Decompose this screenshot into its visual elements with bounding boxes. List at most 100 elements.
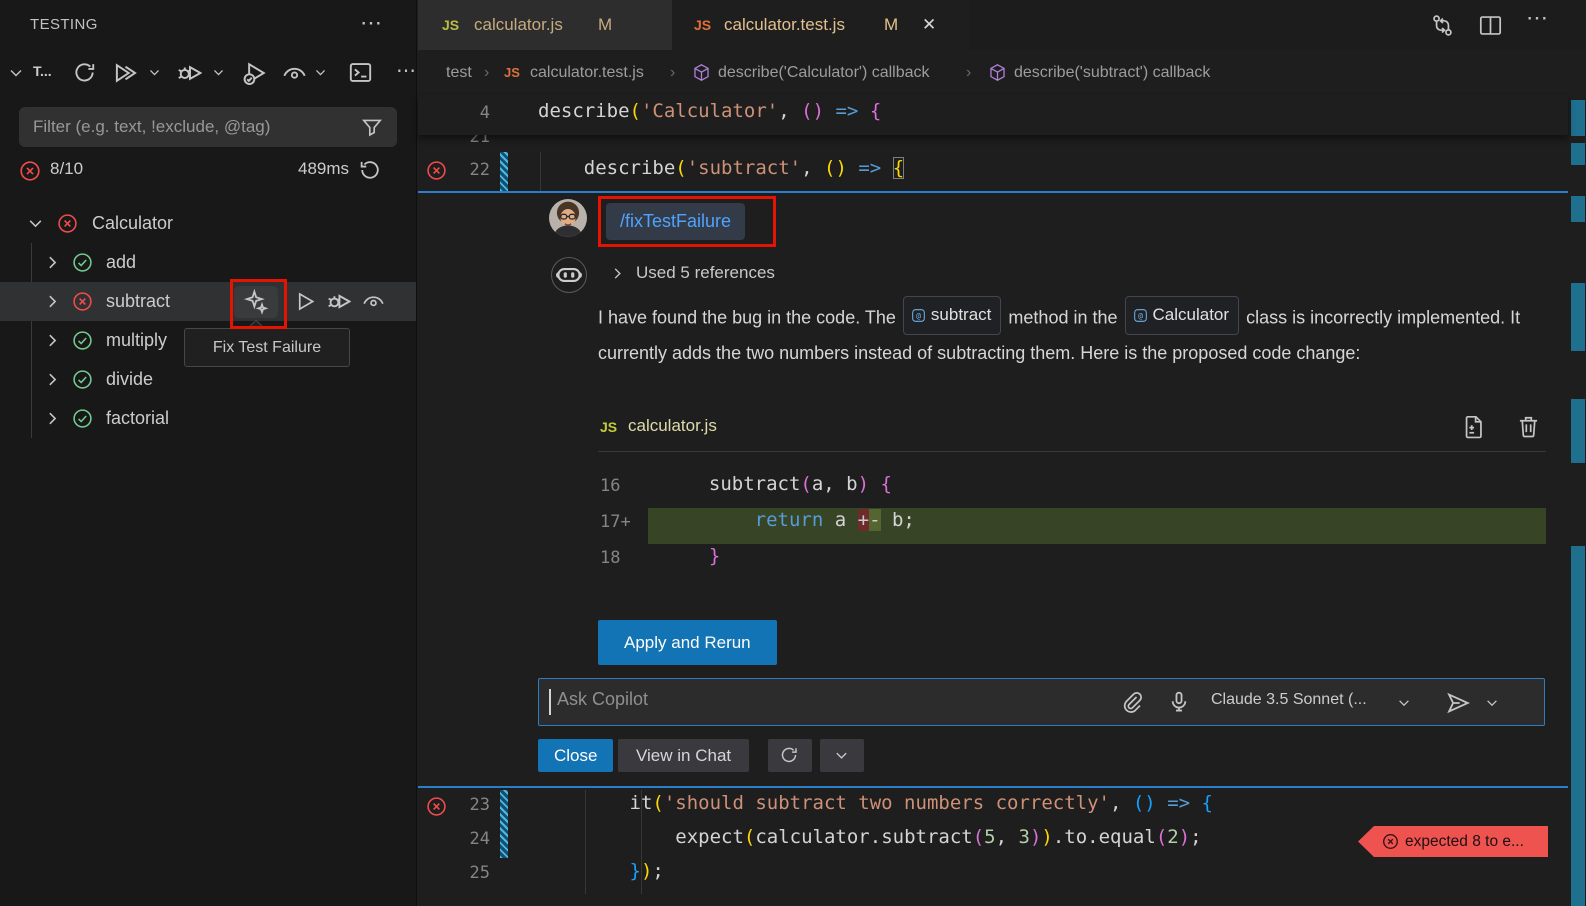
- refresh-tests-icon[interactable]: [72, 60, 97, 85]
- rerun-last-icon[interactable]: [358, 158, 382, 182]
- breadcrumb-item-file[interactable]: calculator.test.js: [530, 50, 644, 95]
- microphone-icon[interactable]: [1167, 690, 1191, 714]
- line-number: 24: [422, 829, 490, 849]
- apply-diff-icon[interactable]: [1460, 414, 1485, 439]
- tab-calculator-js[interactable]: JS calculator.js M: [418, 0, 672, 50]
- tree-item-calculator[interactable]: Calculator: [0, 204, 417, 243]
- code-line-22[interactable]: 22 describe('subtract', () => {: [418, 152, 1568, 191]
- apply-and-rerun-button[interactable]: Apply and Rerun: [598, 620, 777, 665]
- send-icon[interactable]: [1445, 690, 1471, 716]
- codeblock-filename[interactable]: calculator.js: [628, 416, 717, 436]
- attach-paperclip-icon[interactable]: [1121, 691, 1144, 714]
- fix-test-failure-tooltip: Fix Test Failure: [184, 328, 350, 367]
- model-chevron-down-icon[interactable]: [1397, 696, 1411, 710]
- code-line-25[interactable]: 25 });: [418, 858, 1568, 892]
- breadcrumb: test › JS calculator.test.js › describe(…: [418, 50, 1568, 95]
- chevron-right-icon[interactable]: [610, 266, 625, 281]
- svg-text:@: @: [1138, 311, 1143, 320]
- discard-trash-icon[interactable]: [1516, 414, 1541, 439]
- symbol-chip-subtract[interactable]: @subtract: [903, 296, 1001, 335]
- line-number: 16: [572, 476, 632, 496]
- svg-text:@: @: [916, 311, 921, 320]
- run-with-coverage-icon[interactable]: [242, 60, 268, 86]
- run-all-tests-icon[interactable]: [112, 60, 138, 86]
- test-fail-icon: [72, 291, 93, 312]
- error-icon: [1382, 833, 1399, 850]
- tab-title: calculator.js: [474, 0, 563, 50]
- debug-dropdown-chevron-icon[interactable]: [212, 66, 225, 79]
- ask-copilot-input[interactable]: Ask Copilot Claude 3.5 Sonnet (...: [538, 678, 1545, 726]
- split-editor-icon[interactable]: [1478, 13, 1503, 38]
- debug-all-tests-icon[interactable]: [176, 60, 202, 86]
- tab-calculator-test-js[interactable]: JS calculator.test.js M ✕: [672, 0, 970, 50]
- test-filter-input[interactable]: Filter (e.g. text, !exclude, @tag): [19, 107, 397, 147]
- watch-dropdown-chevron-icon[interactable]: [314, 66, 327, 79]
- annotation-box-command: [598, 196, 776, 247]
- send-options-chevron-icon[interactable]: [1485, 696, 1499, 710]
- chat-response-text: I have found the bug in the code. The @s…: [598, 297, 1546, 370]
- test-failure-annotation[interactable]: expected 8 to e...: [1358, 826, 1548, 857]
- symbol-cube-icon: [988, 63, 1007, 82]
- inline-chat-widget: /fixTestFailure Used 5 references I have…: [418, 193, 1568, 786]
- code-bottom: 23 it('should subtract two numbers corre…: [418, 788, 1568, 906]
- sticky-scroll-line[interactable]: 4 describe('Calculator', () => {: [418, 95, 1568, 135]
- response-text-part: method in the: [1008, 308, 1117, 328]
- chevron-down-icon[interactable]: [27, 215, 44, 232]
- close-button[interactable]: Close: [538, 739, 613, 772]
- rerun-request-button[interactable]: [768, 739, 812, 772]
- debug-test-icon[interactable]: [326, 289, 351, 314]
- filter-funnel-icon[interactable]: [361, 116, 383, 138]
- tree-item-label: multiply: [106, 321, 167, 360]
- chevron-right-icon[interactable]: [44, 293, 61, 310]
- js-file-icon: JS: [442, 0, 459, 50]
- model-picker[interactable]: Claude 3.5 Sonnet (...: [1211, 691, 1367, 709]
- open-changes-icon[interactable]: [1430, 13, 1455, 38]
- run-test-icon[interactable]: [294, 290, 317, 313]
- tree-item-label: divide: [106, 360, 153, 399]
- reveal-test-eye-icon[interactable]: [362, 290, 385, 313]
- toolbar-section-label[interactable]: T...: [33, 63, 52, 79]
- test-results-summary: 8/10 489ms: [0, 156, 417, 188]
- symbol-cube-icon: [692, 63, 711, 82]
- tree-item-label: add: [106, 243, 136, 282]
- terminal-icon[interactable]: [348, 60, 373, 85]
- testing-sidebar: TESTING ⋯ T... ⋯ Filter (e.g. text, !exc…: [0, 0, 417, 906]
- line-number: 4: [422, 103, 490, 123]
- code-line-23[interactable]: 23 it('should subtract two numbers corre…: [418, 790, 1568, 824]
- toolbar-more-icon[interactable]: ⋯: [396, 58, 416, 83]
- breadcrumb-item-describe-subtract[interactable]: describe('subtract') callback: [1014, 50, 1210, 95]
- sidebar-more-icon[interactable]: ⋯: [360, 10, 382, 36]
- more-actions-dropdown-button[interactable]: [820, 739, 864, 772]
- tree-item-label: Calculator: [92, 204, 173, 243]
- codeblock-header: JS calculator.js: [598, 412, 1546, 448]
- used-references-toggle[interactable]: Used 5 references: [636, 263, 775, 283]
- chevron-right-icon[interactable]: [44, 410, 61, 427]
- code-text: }: [686, 545, 720, 567]
- chevron-right-icon[interactable]: [44, 371, 61, 388]
- chevron-right-icon[interactable]: [44, 332, 61, 349]
- test-pass-icon: [72, 330, 93, 351]
- editor-more-icon[interactable]: ⋯: [1526, 5, 1548, 31]
- sidebar-title: TESTING: [30, 16, 98, 33]
- run-dropdown-chevron-icon[interactable]: [148, 66, 161, 79]
- watch-tests-eye-icon[interactable]: [282, 61, 307, 86]
- symbol-method-icon: @: [911, 308, 926, 323]
- js-file-icon: JS: [694, 0, 711, 50]
- code-text: subtract(a, b) {: [686, 473, 892, 495]
- view-in-chat-button[interactable]: View in Chat: [618, 739, 749, 772]
- breadcrumb-separator: ›: [484, 50, 489, 95]
- chevron-right-icon[interactable]: [44, 254, 61, 271]
- vscode-window: TESTING ⋯ T... ⋯ Filter (e.g. text, !exc…: [0, 0, 1586, 906]
- breadcrumb-item-test[interactable]: test: [446, 50, 472, 95]
- chevron-down-icon[interactable]: [8, 65, 24, 81]
- tree-item-subtract[interactable]: subtract: [0, 282, 417, 321]
- code-line-24[interactable]: 24 expect(calculator.subtract(5, 3)).to.…: [418, 824, 1568, 858]
- tree-item-factorial[interactable]: factorial: [0, 399, 417, 438]
- close-icon[interactable]: ✕: [922, 0, 936, 50]
- breadcrumb-item-describe-calculator[interactable]: describe('Calculator') callback: [718, 50, 930, 95]
- code-text: return a +- b;: [686, 509, 915, 531]
- code-text: });: [538, 860, 664, 882]
- symbol-chip-calculator[interactable]: @Calculator: [1125, 296, 1240, 335]
- breadcrumb-separator: ›: [670, 50, 675, 95]
- tree-item-add[interactable]: add: [0, 243, 417, 282]
